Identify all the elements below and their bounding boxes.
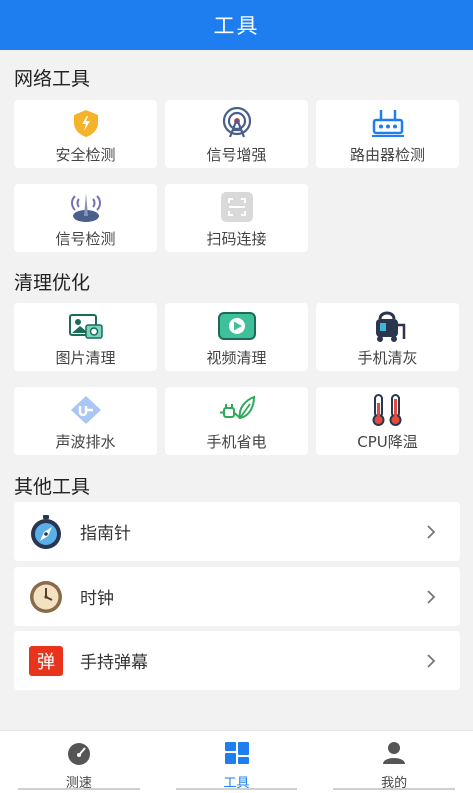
tool-card-power-save[interactable]: 手机省电 [165,387,308,455]
tab-underline [333,788,456,790]
section-title-network: 网络工具 [14,68,91,90]
scan-icon [217,189,257,225]
tool-label: 图片清理 [55,349,116,367]
tab-underline [18,788,140,790]
tab-underline [175,788,298,790]
tool-card-signal-check[interactable]: 信号检测 [14,184,157,252]
bullet-comment-icon: 弹 [28,643,64,679]
clock-icon [28,579,64,615]
tab-speed-test[interactable]: 测速 [0,731,158,793]
tool-label: 安全检测 [55,146,116,164]
list-item-bullet-comment[interactable]: 弹 手持弹幕 [14,631,460,690]
tool-card-dust-clean[interactable]: 手机清灰 [316,303,459,371]
page-title: 工具 [213,14,260,38]
bottom-tab-bar: 测速 工具 我的 [0,730,473,793]
tab-tools[interactable]: 工具 [158,731,316,793]
list-item-compass[interactable]: 指南针 [14,502,460,561]
list-item-label: 时钟 [80,589,114,609]
top-bar: 工具 [0,0,473,50]
section-title-clean: 清理优化 [14,272,91,294]
tool-card-sound-drain[interactable]: 声波排水 [14,387,157,455]
thermometer-icon [368,392,408,428]
speedometer-icon [66,741,92,769]
tool-label: 手机省电 [206,433,267,451]
user-icon [381,741,407,769]
list-item-label: 指南针 [80,524,131,544]
tab-profile[interactable]: 我的 [315,731,473,793]
tool-label: 信号增强 [206,146,267,164]
tool-label: CPU降温 [357,433,418,451]
tool-card-signal-boost[interactable]: 信号增强 [165,100,308,168]
power-save-icon [217,392,257,428]
tools-grid-icon [224,741,250,769]
tool-card-photo-clean[interactable]: 图片清理 [14,303,157,371]
signal-tower-icon [66,189,106,225]
section-title-other: 其他工具 [14,476,91,498]
chevron-right-icon [424,588,438,606]
vacuum-icon [368,308,408,344]
chevron-right-icon [424,652,438,670]
tool-card-video-clean[interactable]: 视频清理 [165,303,308,371]
tool-card-scan-connect[interactable]: 扫码连接 [165,184,308,252]
image-icon [66,308,106,344]
bullet-comment-badge: 弹 [29,645,63,676]
tool-label: 扫码连接 [206,230,267,248]
shield-icon [66,105,106,141]
router-icon [368,105,408,141]
tool-card-security-check[interactable]: 安全检测 [14,100,157,168]
tool-card-cpu-cool[interactable]: CPU降温 [316,387,459,455]
tool-label: 手机清灰 [357,349,418,367]
antenna-icon [217,105,257,141]
water-drain-icon [66,392,106,428]
video-icon [217,308,257,344]
tool-label: 视频清理 [206,349,267,367]
list-item-label: 手持弹幕 [80,653,148,673]
compass-icon [28,514,64,550]
tool-label: 信号检测 [55,230,116,248]
list-item-clock[interactable]: 时钟 [14,567,460,626]
tool-card-router-check[interactable]: 路由器检测 [316,100,459,168]
tool-label: 声波排水 [55,433,116,451]
chevron-right-icon [424,523,438,541]
tool-label: 路由器检测 [349,146,425,164]
